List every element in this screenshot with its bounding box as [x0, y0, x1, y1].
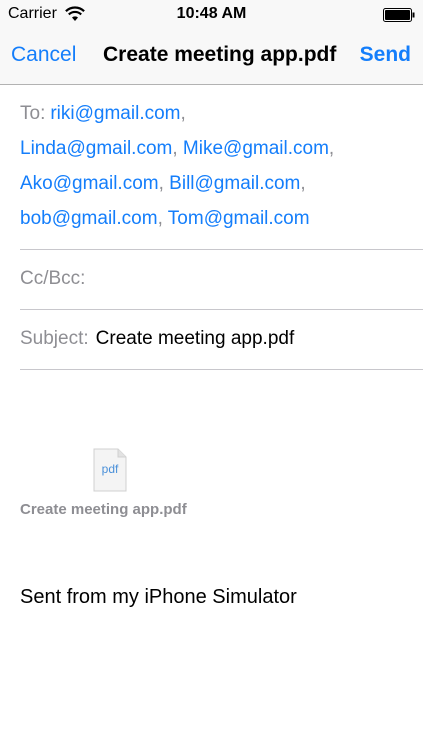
- recipient-tom[interactable]: Tom@gmail.com: [168, 208, 310, 229]
- recipient-mike[interactable]: Mike@gmail.com: [183, 138, 329, 159]
- divider: [20, 249, 423, 250]
- battery-icon: [383, 8, 415, 22]
- to-line-1: To: riki@gmail.com,: [20, 96, 403, 131]
- subject-label: Subject:: [20, 328, 89, 349]
- attachment-name: Create meeting app.pdf: [20, 501, 187, 518]
- recipient-separator: ,: [300, 173, 306, 194]
- divider: [20, 369, 423, 370]
- divider: [20, 309, 423, 310]
- nav-title: Create meeting app.pdf: [103, 43, 337, 66]
- to-label: To:: [20, 103, 46, 124]
- subject-field[interactable]: Subject: Create meeting app.pdf: [20, 328, 294, 350]
- recipient-separator: ,: [158, 173, 164, 194]
- recipient-bob[interactable]: bob@gmail.com: [20, 208, 158, 229]
- cc-bcc-field[interactable]: Cc/Bcc:: [20, 268, 85, 290]
- recipient-separator: ,: [157, 208, 163, 229]
- to-line-3: Ako@gmail.com, Bill@gmail.com,: [20, 166, 403, 201]
- clock: 10:48 AM: [176, 5, 247, 22]
- recipient-separator: ,: [328, 138, 335, 159]
- cancel-button[interactable]: Cancel: [11, 43, 76, 67]
- pdf-icon-label: pdf: [101, 462, 119, 476]
- to-field[interactable]: To: riki@gmail.com, Linda@gmail.com, Mike…: [20, 96, 403, 236]
- recipient-riki[interactable]: riki@gmail.com: [50, 103, 180, 124]
- to-line-4: bob@gmail.com, Tom@gmail.com: [20, 201, 403, 236]
- message-body-signature[interactable]: Sent from my iPhone Simulator: [20, 586, 297, 609]
- navigation-bar: Cancel Create meeting app.pdf Send: [0, 30, 423, 85]
- status-bar: Carrier 10:48 AM: [0, 0, 423, 30]
- to-line-2: Linda@gmail.com, Mike@gmail.com,: [20, 131, 403, 166]
- send-button[interactable]: Send: [360, 43, 411, 67]
- subject-value[interactable]: Create meeting app.pdf: [96, 328, 295, 349]
- recipient-separator: ,: [180, 103, 186, 124]
- recipient-bill[interactable]: Bill@gmail.com: [169, 173, 300, 194]
- recipient-ako[interactable]: Ako@gmail.com: [20, 173, 159, 194]
- recipient-linda[interactable]: Linda@gmail.com: [20, 138, 172, 159]
- recipient-separator: ,: [172, 138, 178, 159]
